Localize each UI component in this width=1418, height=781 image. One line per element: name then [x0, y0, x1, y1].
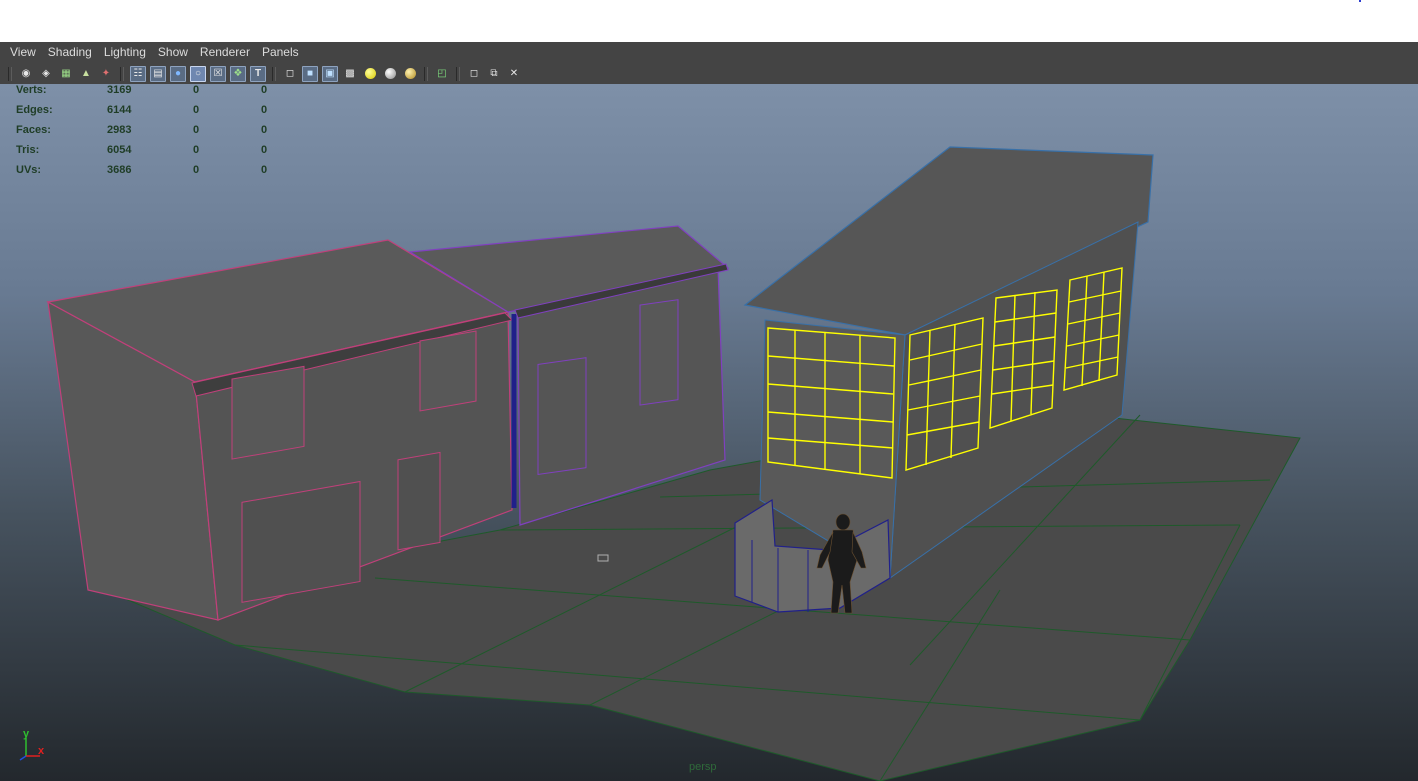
- hud-row-faces: Faces: 2983 0 0: [16, 124, 267, 144]
- field-chart-icon[interactable]: ☒: [210, 65, 226, 82]
- toolbar-separator: [456, 66, 460, 81]
- hud-value: 3169: [107, 84, 132, 96]
- hud-label: UVs:: [16, 164, 42, 176]
- corner-dot: [1359, 0, 1361, 2]
- toolbar-separator: [424, 66, 428, 81]
- gate-mask-icon[interactable]: ○: [190, 65, 206, 82]
- grid-icon[interactable]: ☷: [130, 65, 146, 82]
- xray-icon[interactable]: ◻: [466, 66, 482, 82]
- poly-count-hud: Verts: 3169 0 0 Edges: 6144 0 0 Faces: 2…: [16, 84, 267, 184]
- axis-y-label: y: [23, 728, 30, 740]
- menu-renderer[interactable]: Renderer: [194, 42, 256, 63]
- ambient-occlusion-icon[interactable]: [402, 66, 418, 82]
- hud-value: 6054: [107, 144, 132, 156]
- hud-label: Tris:: [16, 144, 40, 156]
- menu-shading[interactable]: Shading: [42, 42, 98, 63]
- smooth-shade-icon[interactable]: ■: [302, 65, 318, 82]
- hud-value: 0: [193, 124, 200, 136]
- panel-menubar: View Shading Lighting Show Renderer Pane…: [0, 42, 1418, 63]
- menu-panels[interactable]: Panels: [256, 42, 305, 63]
- menu-view[interactable]: View: [4, 42, 42, 63]
- hud-label: Edges:: [16, 104, 53, 116]
- 2d-pan-zoom-icon[interactable]: ✦: [98, 66, 114, 82]
- hud-value: 2983: [107, 124, 132, 136]
- left-window-1: [231, 365, 305, 460]
- hud-value: 0: [193, 84, 200, 96]
- shadows-icon[interactable]: [382, 66, 398, 82]
- hud-value: 0: [193, 144, 200, 156]
- use-all-lights-icon[interactable]: [362, 66, 378, 82]
- film-gate-icon[interactable]: ▤: [150, 65, 166, 82]
- xray-joints-icon[interactable]: ⧉: [486, 66, 502, 82]
- wireframe-on-shaded-icon[interactable]: ▣: [322, 65, 338, 82]
- hud-row-verts: Verts: 3169 0 0: [16, 84, 267, 104]
- resolution-gate-icon[interactable]: ●: [170, 65, 186, 82]
- camera-name-label: persp: [689, 761, 717, 773]
- perspective-viewport[interactable]: Verts: 3169 0 0 Edges: 6144 0 0 Faces: 2…: [0, 84, 1418, 781]
- hud-value: 0: [261, 124, 268, 136]
- hud-row-tris: Tris: 6054 0 0: [16, 144, 267, 164]
- safe-action-icon[interactable]: ❖: [230, 65, 246, 82]
- camera-select-icon[interactable]: ◉: [18, 66, 34, 82]
- middle-window: [639, 299, 679, 406]
- menu-show[interactable]: Show: [152, 42, 194, 63]
- toolbar-separator: [8, 66, 12, 81]
- bookmarks-icon[interactable]: ▦: [58, 66, 74, 82]
- left-door-1: [241, 480, 361, 603]
- hud-value: 0: [261, 164, 268, 176]
- hud-value: 0: [193, 164, 200, 176]
- 3d-scene[interactable]: [0, 84, 1418, 781]
- left-window-2: [419, 330, 477, 412]
- hud-value: 0: [193, 104, 200, 116]
- hud-value: 0: [261, 104, 268, 116]
- hud-value: 3686: [107, 164, 132, 176]
- textured-icon[interactable]: ▩: [342, 66, 358, 82]
- xray-components-icon[interactable]: ✕: [506, 66, 522, 82]
- hud-row-uvs: UVs: 3686 0 0: [16, 164, 267, 184]
- left-door-2: [397, 451, 441, 551]
- toolbar-separator: [120, 66, 124, 81]
- hud-label: Verts:: [16, 84, 47, 96]
- camera-attributes-icon[interactable]: ◈: [38, 66, 54, 82]
- image-plane-icon[interactable]: ▲: [78, 66, 94, 82]
- hud-value: 0: [261, 84, 268, 96]
- axis-gizmo: y x: [19, 728, 45, 761]
- menu-lighting[interactable]: Lighting: [98, 42, 152, 63]
- hud-value: 6144: [107, 104, 132, 116]
- hud-row-edges: Edges: 6144 0 0: [16, 104, 267, 124]
- isolate-select-icon[interactable]: ◰: [434, 66, 450, 82]
- hud-label: Faces:: [16, 124, 51, 136]
- axis-x-label: x: [38, 745, 45, 757]
- hud-value: 0: [261, 144, 268, 156]
- middle-door: [537, 357, 587, 475]
- safe-title-icon[interactable]: T: [250, 65, 266, 82]
- wireframe-icon[interactable]: ◻: [282, 66, 298, 82]
- title-strip: [0, 0, 1418, 42]
- toolbar-separator: [272, 66, 276, 81]
- panel-toolbar: ◉ ◈ ▦ ▲ ✦ ☷ ▤ ● ○ ☒ ❖ T ◻ ■ ▣ ▩ ◰ ◻ ⧉ ✕: [0, 63, 1418, 84]
